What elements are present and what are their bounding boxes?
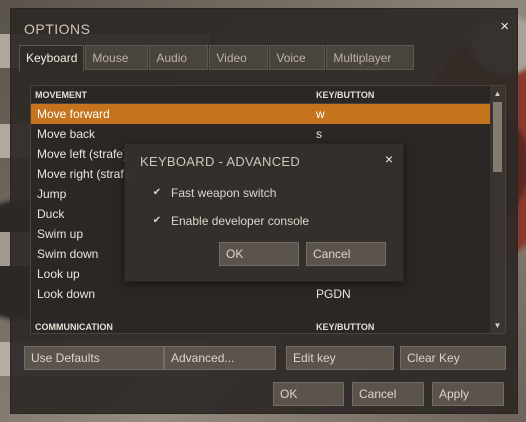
keyboard-advanced-dialog: KEYBOARD - ADVANCED × ✔ Fast weapon swit… <box>124 143 404 282</box>
key-value: s <box>316 127 322 141</box>
key-column-header: KEY/BUTTON <box>316 321 375 332</box>
advanced-cancel-button[interactable]: Cancel <box>306 242 386 266</box>
section-name: COMMUNICATION <box>35 321 113 332</box>
close-icon[interactable]: × <box>500 18 509 35</box>
list-item[interactable]: Move forward w <box>31 104 490 124</box>
clear-key-button[interactable]: Clear Key <box>400 346 506 370</box>
scroll-down-icon[interactable]: ▼ <box>492 320 503 331</box>
list-scrollbar[interactable]: ▲ ▼ <box>490 86 505 333</box>
tab-mouse[interactable]: Mouse <box>85 45 149 70</box>
action-name: Look down <box>37 287 96 301</box>
scrollbar-thumb[interactable] <box>493 102 502 172</box>
advanced-button[interactable]: Advanced... <box>164 346 276 370</box>
apply-button[interactable]: Apply <box>432 382 504 406</box>
section-name: MOVEMENT <box>35 89 88 100</box>
advanced-ok-button[interactable]: OK <box>219 242 299 266</box>
key-column-header: KEY/BUTTON <box>316 89 375 100</box>
options-title: OPTIONS <box>24 21 91 37</box>
edit-key-button[interactable]: Edit key <box>286 346 394 370</box>
action-name: Move back <box>37 127 96 141</box>
use-defaults-button[interactable]: Use Defaults <box>24 346 164 370</box>
options-tabs: Keyboard Mouse Audio Video Voice Multipl… <box>19 45 415 72</box>
close-icon[interactable]: × <box>385 151 393 167</box>
checkmark-icon[interactable]: ✔ <box>151 215 163 227</box>
key-value: w <box>316 107 325 121</box>
checkmark-icon[interactable]: ✔ <box>151 187 163 199</box>
fast-weapon-switch-checkbox[interactable]: ✔ Fast weapon switch <box>151 186 277 200</box>
list-item[interactable]: Move back s <box>31 124 490 144</box>
list-item[interactable]: Look down PGDN <box>31 284 490 304</box>
advanced-title: KEYBOARD - ADVANCED <box>140 154 301 169</box>
tab-audio[interactable]: Audio <box>149 45 209 70</box>
section-header-movement: MOVEMENT KEY/BUTTON <box>31 86 490 104</box>
cancel-button[interactable]: Cancel <box>352 382 424 406</box>
checkbox-label: Enable developer console <box>171 214 310 228</box>
checkbox-label: Fast weapon switch <box>171 186 277 200</box>
key-value: PGDN <box>316 287 351 301</box>
tab-keyboard[interactable]: Keyboard <box>19 45 85 72</box>
tab-multiplayer[interactable]: Multiplayer <box>326 45 415 70</box>
section-header-communication: COMMUNICATION KEY/BUTTON <box>31 318 490 333</box>
scroll-up-icon[interactable]: ▲ <box>492 88 503 99</box>
tab-voice[interactable]: Voice <box>269 45 326 70</box>
ok-button[interactable]: OK <box>273 382 344 406</box>
tab-video[interactable]: Video <box>209 45 269 70</box>
action-name: Move forward <box>37 107 110 121</box>
developer-console-checkbox[interactable]: ✔ Enable developer console <box>151 214 309 228</box>
